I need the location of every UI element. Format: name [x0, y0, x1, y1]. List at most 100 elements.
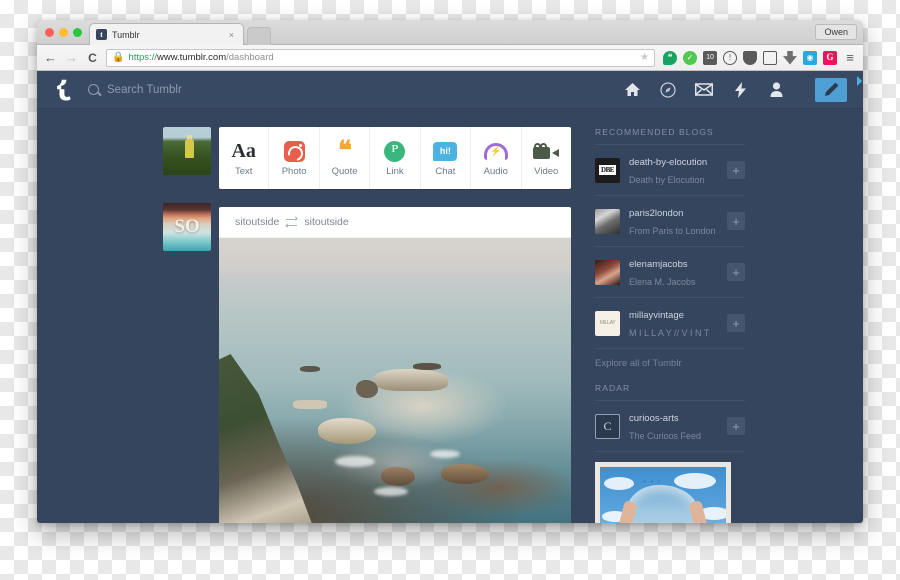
bookmark-star-icon[interactable]: ★ — [640, 52, 649, 63]
pin-extension-icon[interactable] — [783, 50, 797, 65]
forward-icon[interactable]: → — [64, 51, 79, 64]
back-icon[interactable]: ← — [43, 51, 58, 64]
post-type-chat[interactable]: hi! Chat — [421, 127, 472, 189]
post-header: sitoutside sitoutside — [219, 207, 571, 238]
list-item[interactable]: DBE death-by-elocution Death by Elocutio… — [595, 145, 745, 196]
camera-extension-icon[interactable]: ◉ — [803, 50, 817, 65]
activity-bolt-icon[interactable] — [731, 81, 749, 99]
url-text: https://www.tumblr.com/dashboard — [128, 52, 273, 63]
avatar-dbe[interactable]: DBE — [595, 157, 620, 183]
window-extension-icon[interactable] — [763, 50, 777, 65]
new-tab-button[interactable] — [247, 27, 271, 45]
browser-window: t Tumblr × Owen ← → C 🔒 https://www.tumb… — [37, 20, 863, 523]
thumbs-up-extension-icon[interactable]: ✓ — [683, 50, 697, 65]
post-source-link[interactable]: sitoutside — [304, 216, 348, 228]
post-type-label: Link — [386, 165, 404, 177]
reload-icon[interactable]: C — [85, 52, 100, 64]
blog-description: Elena M. Jacobs — [629, 277, 696, 287]
tumblr-logo-icon[interactable] — [53, 77, 74, 103]
link-icon — [384, 140, 406, 163]
recommended-blogs-heading: RECOMMENDED BLOGS — [595, 127, 745, 145]
avatar-field-photo[interactable] — [163, 127, 211, 175]
browser-menu-icon[interactable]: ≡ — [843, 51, 857, 65]
post-type-label: Text — [234, 165, 253, 177]
tumblr-header: Search Tumblr — [37, 71, 863, 109]
blog-name[interactable]: death-by-elocution — [629, 157, 707, 168]
account-person-icon[interactable] — [767, 81, 785, 99]
cloud — [604, 477, 634, 490]
rock — [380, 467, 415, 487]
avatar-millayvintage[interactable]: MILLAY — [595, 310, 620, 336]
messages-envelope-icon[interactable] — [695, 81, 713, 99]
close-window-button[interactable] — [45, 28, 54, 37]
shield-extension-icon[interactable] — [743, 50, 757, 65]
tumblr-search[interactable]: Search Tumblr — [88, 84, 623, 96]
sea-foam — [335, 455, 376, 467]
home-icon[interactable] — [623, 81, 641, 99]
rock — [292, 400, 327, 410]
browser-tab-tumblr[interactable]: t Tumblr × — [88, 23, 245, 46]
follow-button[interactable]: + — [727, 161, 745, 179]
blog-description: Death by Elocution — [629, 175, 705, 185]
post-type-photo[interactable]: Photo — [269, 127, 320, 189]
text-aa-icon: Aa — [231, 140, 256, 162]
post-type-quote[interactable]: ❝ Quote — [320, 127, 371, 189]
post-type-audio[interactable]: Audio — [471, 127, 522, 189]
right-sidebar: RECOMMENDED BLOGS DBE death-by-elocution… — [595, 127, 745, 523]
rock — [299, 365, 320, 372]
extensions-bar: ❝ ✓ 10 ! ◉ G ≡ — [661, 50, 857, 65]
post-photo[interactable] — [219, 238, 571, 523]
avatar-elenamjacobs[interactable] — [595, 259, 620, 285]
avatar-paris2london[interactable] — [595, 208, 620, 234]
google-extension-icon[interactable]: G — [823, 50, 837, 65]
list-item[interactable]: MILLAY millayvintage M I L L A Y // V I … — [595, 298, 745, 349]
radar-blog-row[interactable]: C curioos-arts The Curioos Feed + — [595, 401, 745, 452]
birds: ᵥ ᵥ ᵥ — [644, 478, 662, 484]
downloads-extension-icon[interactable]: 10 — [703, 50, 717, 65]
blog-name[interactable]: paris2london — [629, 208, 683, 219]
cloud-head — [626, 485, 698, 523]
list-item[interactable]: paris2london From Paris to London + — [595, 196, 745, 247]
follow-button[interactable]: + — [727, 263, 745, 281]
info-extension-icon[interactable]: ! — [723, 50, 737, 65]
maximize-window-button[interactable] — [73, 28, 82, 37]
rock — [356, 380, 379, 399]
hangouts-extension-icon[interactable]: ❝ — [663, 50, 677, 65]
blog-name[interactable]: elenamjacobs — [629, 259, 688, 270]
post-type-label: Audio — [483, 165, 508, 177]
main-feed-column: Aa Text Photo ❝ Quote Link — [219, 127, 571, 523]
tumblr-dashboard: Search Tumblr SO Aa Text Photo ❝ Quote ᴩ… — [37, 71, 863, 523]
sea-foam — [373, 487, 408, 497]
explore-all-link[interactable]: Explore all of Tumblr — [595, 349, 745, 383]
tab-title: Tumblr — [111, 29, 140, 40]
post-card: sitoutside sitoutside — [219, 207, 571, 523]
explore-compass-icon[interactable] — [659, 81, 677, 99]
tumblr-nav — [623, 77, 847, 102]
window-controls[interactable] — [45, 28, 82, 37]
list-item[interactable]: elenamjacobs Elena M. Jacobs + — [595, 247, 745, 298]
radar-heading: RADAR — [595, 383, 745, 401]
tumblr-t-glyph — [57, 79, 71, 100]
post-type-video[interactable]: Video — [522, 127, 571, 189]
post-type-link[interactable]: Link — [370, 127, 421, 189]
minimize-window-button[interactable] — [59, 28, 68, 37]
follow-button[interactable]: + — [727, 314, 745, 332]
browser-profile-button[interactable]: Owen — [815, 24, 857, 40]
avatar-beach-photo[interactable]: SO — [163, 203, 211, 251]
blog-name[interactable]: millayvintage — [629, 310, 684, 321]
post-type-text[interactable]: Aa Text — [219, 127, 270, 189]
avatar-beach-label: SO — [174, 216, 200, 237]
post-type-bar: Aa Text Photo ❝ Quote Link — [219, 127, 571, 189]
radar-post-image[interactable]: ᵥ ᵥ ᵥ — [595, 462, 731, 523]
url-scheme: https:// — [128, 52, 157, 63]
post-author-link[interactable]: sitoutside — [235, 216, 279, 228]
post-type-label: Quote — [331, 165, 358, 177]
close-tab-icon[interactable]: × — [226, 30, 237, 40]
search-input[interactable]: Search Tumblr — [107, 84, 182, 96]
follow-button[interactable]: + — [727, 417, 745, 435]
compose-post-button[interactable] — [815, 77, 847, 102]
address-bar[interactable]: 🔒 https://www.tumblr.com/dashboard ★ — [106, 48, 655, 67]
avatar-curioos-arts[interactable]: C — [595, 413, 620, 439]
blog-name[interactable]: curioos-arts — [629, 413, 679, 424]
follow-button[interactable]: + — [727, 212, 745, 230]
